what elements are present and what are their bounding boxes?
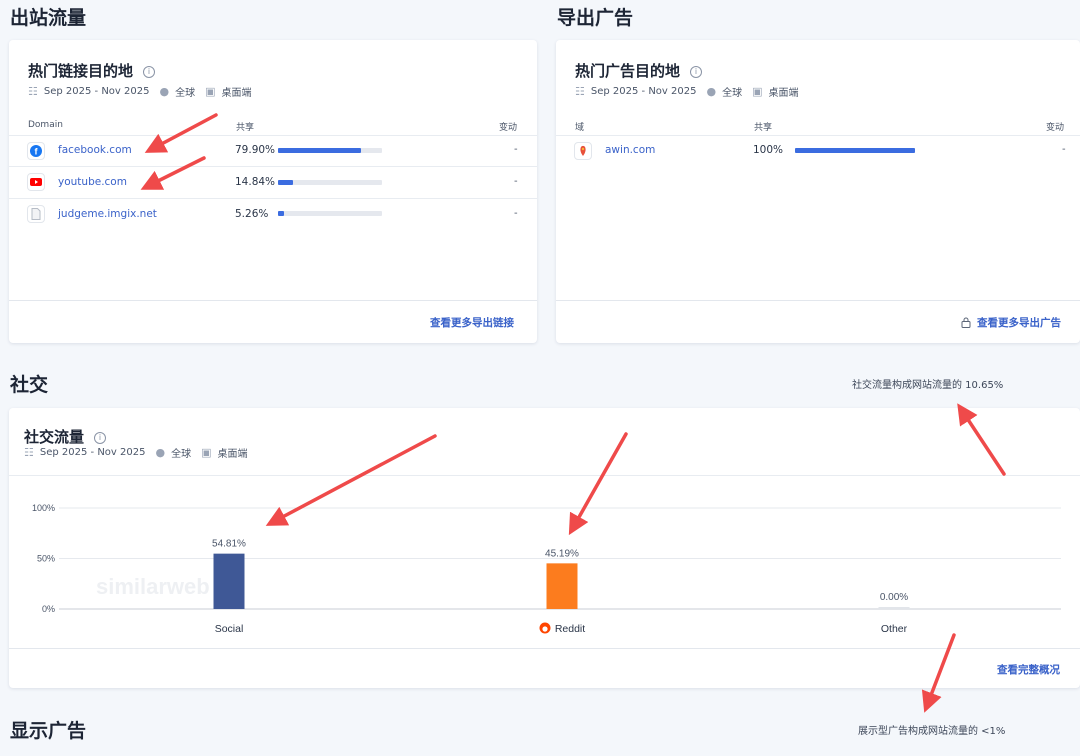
globe-icon: ● — [159, 85, 170, 98]
column-header-domain: Domain — [28, 120, 63, 130]
share-bar — [278, 148, 382, 153]
change-value: - — [1062, 144, 1066, 155]
desktop-icon: ▣ — [205, 85, 216, 98]
similarweb-watermark: similarweb — [96, 574, 210, 599]
display-ads-section-title: 显示广告 — [10, 720, 87, 742]
filter-meta: ☷ Sep 2025 - Nov 2025 ● 全球 ▣ 桌面端 — [24, 445, 247, 460]
column-header-share: 共享 — [754, 123, 773, 133]
data-label: 54.81% — [212, 539, 246, 550]
view-more-ads-label: 查看更多导出广告 — [977, 317, 1061, 329]
filter-meta: ☷ Sep 2025 - Nov 2025 ● 全球 ▣ 桌面端 — [575, 84, 798, 99]
category-label: Social — [215, 623, 244, 635]
domain-link[interactable]: awin.com — [605, 144, 655, 156]
youtube-icon — [27, 173, 45, 191]
y-tick-label: 50% — [37, 554, 55, 564]
bar-reddit — [546, 563, 578, 609]
reddit-icon-face — [542, 626, 548, 632]
calendar-icon: ☷ — [28, 85, 38, 98]
date-range: Sep 2025 - Nov 2025 — [39, 447, 146, 458]
y-tick-label: 0% — [42, 604, 55, 614]
calendar-icon: ☷ — [575, 85, 585, 98]
data-label: 0.00% — [880, 592, 908, 603]
category-label: Other — [881, 623, 908, 635]
device: 桌面端 — [221, 88, 252, 99]
column-header-change: 变动 — [1046, 123, 1065, 133]
document-icon — [27, 205, 45, 223]
date-range: Sep 2025 - Nov 2025 — [43, 86, 150, 97]
social-traffic-card: 社交流量 i ☷ Sep 2025 - Nov 2025 ● 全球 ▣ 桌面端 s… — [9, 408, 1080, 688]
data-label: 45.19% — [545, 548, 579, 559]
awin-icon — [574, 142, 592, 160]
outgoing-ads-section-title: 导出广告 — [557, 7, 634, 29]
info-icon[interactable]: i — [94, 431, 107, 444]
column-header-change: 变动 — [499, 123, 518, 133]
social-section-title: 社交 — [10, 374, 49, 396]
bar-other — [878, 607, 910, 609]
top-ads-card: 热门广告目的地 i ☷ Sep 2025 - Nov 2025 ● 全球 ▣ 桌面… — [556, 40, 1080, 343]
card-title: 热门广告目的地 — [575, 62, 681, 80]
region: 全球 — [722, 88, 743, 99]
calendar-icon: ☷ — [24, 446, 34, 459]
info-icon[interactable]: i — [690, 65, 703, 78]
card-title: 热门链接目的地 — [28, 62, 134, 80]
share-value: 100% — [753, 144, 784, 156]
y-tick-label: 100% — [32, 503, 55, 513]
view-full-overview-button[interactable]: 查看完整概况 — [997, 662, 1060, 677]
desktop-icon: ▣ — [752, 85, 763, 98]
domain-link[interactable]: judgeme.imgix.net — [58, 208, 157, 220]
device: 桌面端 — [768, 88, 799, 99]
social-bar-chart: similarweb 0% 50% 100% 54.81% Social 45.19% Re… — [32, 503, 1061, 635]
change-value: - — [514, 144, 518, 155]
share-bar — [278, 180, 382, 185]
share-bar — [795, 148, 915, 153]
bar-social — [213, 553, 245, 609]
lock-icon — [961, 317, 971, 328]
domain-link[interactable]: youtube.com — [58, 176, 127, 188]
region: 全球 — [171, 449, 192, 460]
share-bar — [278, 211, 382, 216]
change-value: - — [514, 176, 518, 187]
view-more-links-button[interactable]: 查看更多导出链接 — [430, 315, 514, 330]
social-share-note: 社交流量构成网站流量的 10.65% — [852, 380, 1004, 391]
filter-meta: ☷ Sep 2025 - Nov 2025 ● 全球 ▣ 桌面端 — [28, 84, 251, 99]
region: 全球 — [175, 88, 196, 99]
column-header-domain: 域 — [575, 123, 585, 133]
view-more-ads-button[interactable]: 查看更多导出广告 — [961, 315, 1061, 330]
globe-icon: ● — [706, 85, 717, 98]
facebook-icon: f — [27, 142, 45, 160]
share-value: 5.26% — [235, 208, 269, 220]
change-value: - — [514, 208, 518, 219]
top-links-card: 热门链接目的地 i ☷ Sep 2025 - Nov 2025 ● 全球 ▣ 桌面… — [9, 40, 537, 343]
share-value: 14.84% — [235, 176, 276, 188]
globe-icon: ● — [155, 446, 166, 459]
outbound-section-title: 出站流量 — [10, 7, 87, 29]
device: 桌面端 — [217, 449, 248, 460]
card-title: 社交流量 — [24, 428, 85, 446]
desktop-icon: ▣ — [201, 446, 212, 459]
category-label: Reddit — [555, 623, 585, 635]
info-icon[interactable]: i — [143, 65, 156, 78]
column-header-share: 共享 — [236, 123, 255, 133]
domain-link[interactable]: facebook.com — [58, 144, 132, 156]
share-value: 79.90% — [235, 144, 276, 156]
display-ads-share-note: 展示型广告构成网站流量的 <1% — [858, 726, 1006, 737]
date-range: Sep 2025 - Nov 2025 — [590, 86, 697, 97]
